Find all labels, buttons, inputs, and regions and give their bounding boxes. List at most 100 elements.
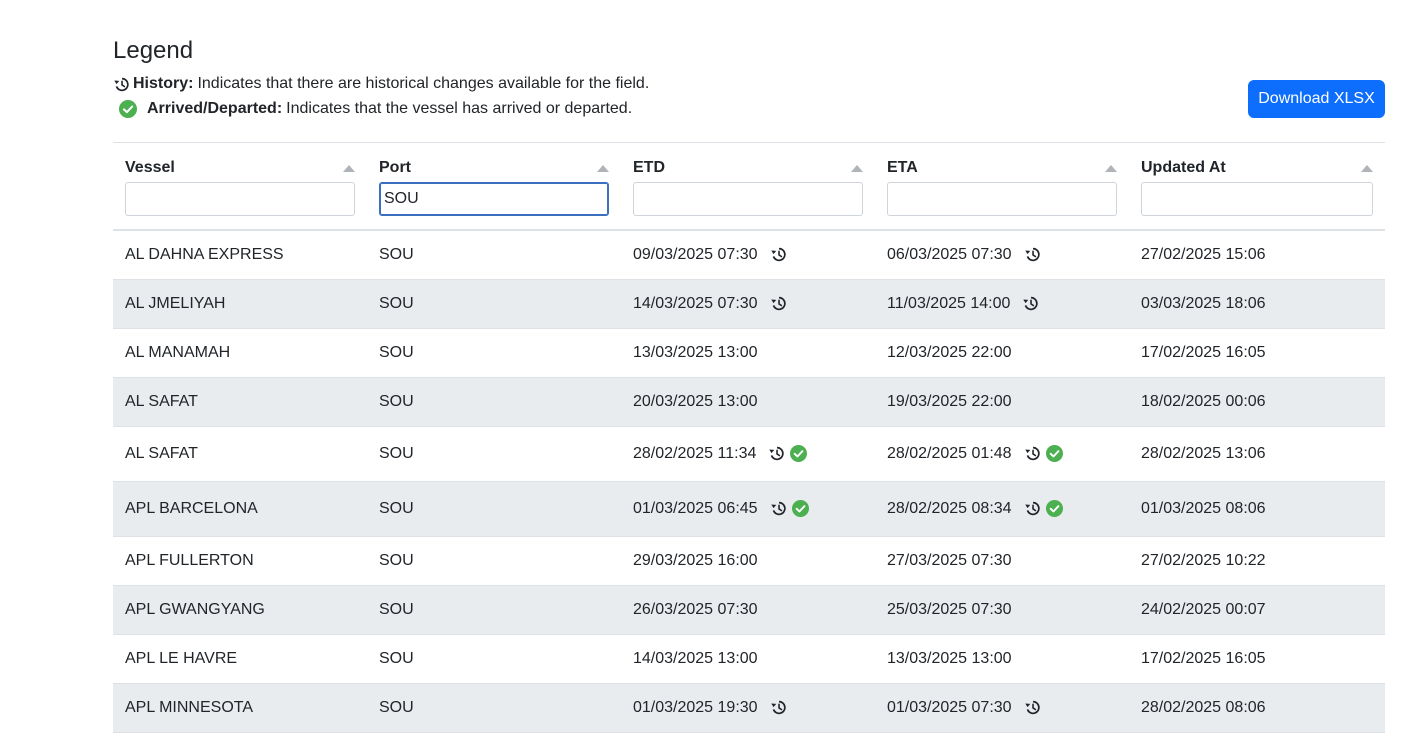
eta-cell: 06/03/2025 07:30 [875,230,1129,280]
etd-value: 29/03/2025 16:00 [633,551,758,569]
updated-at-cell: 27/02/2025 10:22 [1129,536,1385,586]
column-header-port: Port [367,143,621,231]
vessel-cell: APL MINNESOTA [113,683,367,733]
sort-asc-icon[interactable] [851,164,863,172]
port-cell: SOU [367,634,621,684]
eta-filter-input[interactable] [887,182,1117,216]
legend-title: Legend [113,37,194,64]
history-icon[interactable] [1024,246,1041,263]
updated-at-cell: 28/02/2025 13:06 [1129,426,1385,482]
etd-cell: 09/03/2025 07:30 [621,230,875,280]
eta-value: 28/02/2025 08:34 [887,499,1012,517]
eta-cell: 28/02/2025 01:48 [875,426,1129,482]
eta-cell: 01/03/2025 07:30 [875,683,1129,733]
etd-cell: 13/03/2025 13:00 [621,328,875,378]
eta-cell: 19/03/2025 22:00 [875,377,1129,427]
etd-value: 14/03/2025 07:30 [633,294,758,312]
table-row: AL SAFAT SOU 20/03/2025 13:00 19/03/2025 22… [113,377,1385,427]
column-header-etd: ETD [621,143,875,231]
eta-cell: 25/03/2025 07:30 [875,585,1129,635]
vessel-cell: AL DAHNA EXPRESS [113,230,367,280]
history-icon[interactable] [1024,445,1041,462]
table-row: AL MANAMAH SOU 13/03/2025 13:00 12/03/2025 … [113,328,1385,378]
sort-asc-icon[interactable] [597,164,609,172]
vessel-table: Vessel Port ETD ETA Updated At [113,143,1385,733]
column-label: ETA [887,159,918,176]
etd-value: 14/03/2025 13:00 [633,649,758,667]
etd-cell: 14/03/2025 07:30 [621,279,875,329]
updated-at-cell: 24/02/2025 00:07 [1129,585,1385,635]
header-row: Vessel Port ETD ETA Updated At [113,143,1385,231]
etd-value: 13/03/2025 13:00 [633,343,758,361]
etd-cell: 28/02/2025 11:34 [621,426,875,482]
port-cell: SOU [367,230,621,280]
history-icon[interactable] [770,699,787,716]
check-circle-icon [790,445,808,462]
check-circle-icon [1045,445,1063,462]
eta-value: 27/03/2025 07:30 [887,551,1012,569]
port-cell: SOU [367,426,621,482]
etd-cell: 29/03/2025 16:00 [621,536,875,586]
etd-cell: 01/03/2025 19:30 [621,683,875,733]
port-cell: SOU [367,481,621,537]
sort-asc-icon[interactable] [1361,164,1373,172]
vessel-filter-input[interactable] [125,182,355,216]
etd-value: 01/03/2025 19:30 [633,698,758,716]
sort-asc-icon[interactable] [343,164,355,172]
eta-value: 19/03/2025 22:00 [887,392,1012,410]
port-cell: SOU [367,377,621,427]
vessel-cell: AL MANAMAH [113,328,367,378]
table-row: APL GWANGYANG SOU 26/03/2025 07:30 25/03/20… [113,585,1385,635]
column-label: ETD [633,159,665,176]
sort-asc-icon[interactable] [1105,164,1117,172]
check-circle-icon [791,500,809,517]
column-label: Updated At [1141,159,1226,176]
eta-cell: 27/03/2025 07:30 [875,536,1129,586]
table-row: AL SAFAT SOU 28/02/2025 11:34 28/02/2025 01… [113,426,1385,482]
port-filter-input[interactable] [379,182,609,216]
etd-cell: 20/03/2025 13:00 [621,377,875,427]
download-xlsx-button[interactable]: Download XLSX [1248,80,1385,118]
check-circle-icon [1045,500,1063,517]
table-row: APL FULLERTON SOU 29/03/2025 16:00 27/03/20… [113,536,1385,586]
eta-cell: 11/03/2025 14:00 [875,279,1129,329]
column-label: Vessel [125,159,175,176]
history-icon[interactable] [770,500,787,517]
history-icon[interactable] [1022,295,1039,312]
updated-at-cell: 03/03/2025 18:06 [1129,279,1385,329]
port-cell: SOU [367,536,621,586]
legend-history-label: History: [133,75,194,92]
vessel-cell: APL GWANGYANG [113,585,367,635]
history-icon[interactable] [770,295,787,312]
etd-filter-input[interactable] [633,182,863,216]
table-row: APL MINNESOTA SOU 01/03/2025 19:30 01/03/20… [113,683,1385,733]
vessel-cell: AL JMELIYAH [113,279,367,329]
etd-cell: 26/03/2025 07:30 [621,585,875,635]
table-row: AL JMELIYAH SOU 14/03/2025 07:30 11/03/2025… [113,279,1385,329]
etd-cell: 14/03/2025 13:00 [621,634,875,684]
port-cell: SOU [367,585,621,635]
eta-cell: 12/03/2025 22:00 [875,328,1129,378]
eta-value: 28/02/2025 01:48 [887,444,1012,462]
port-cell: SOU [367,279,621,329]
column-header-updated-at: Updated At [1129,143,1385,231]
updated-at-cell: 17/02/2025 16:05 [1129,328,1385,378]
table-row: AL DAHNA EXPRESS SOU 09/03/2025 07:30 06/03… [113,230,1385,280]
updated-at-cell: 01/03/2025 08:06 [1129,481,1385,537]
etd-value: 20/03/2025 13:00 [633,392,758,410]
column-header-eta: ETA [875,143,1129,231]
legend-history-line: History: Indicates that there are histor… [113,74,649,94]
history-icon[interactable] [770,246,787,263]
history-icon[interactable] [768,445,785,462]
updated-at-cell: 28/02/2025 08:06 [1129,683,1385,733]
etd-value: 26/03/2025 07:30 [633,600,758,618]
history-icon[interactable] [1024,699,1041,716]
vessel-cell: APL BARCELONA [113,481,367,537]
eta-value: 01/03/2025 07:30 [887,698,1012,716]
updated-at-cell: 17/02/2025 16:05 [1129,634,1385,684]
etd-value: 28/02/2025 11:34 [633,444,757,462]
eta-cell: 13/03/2025 13:00 [875,634,1129,684]
updated-at-filter-input[interactable] [1141,182,1373,216]
port-cell: SOU [367,328,621,378]
history-icon[interactable] [1024,500,1041,517]
